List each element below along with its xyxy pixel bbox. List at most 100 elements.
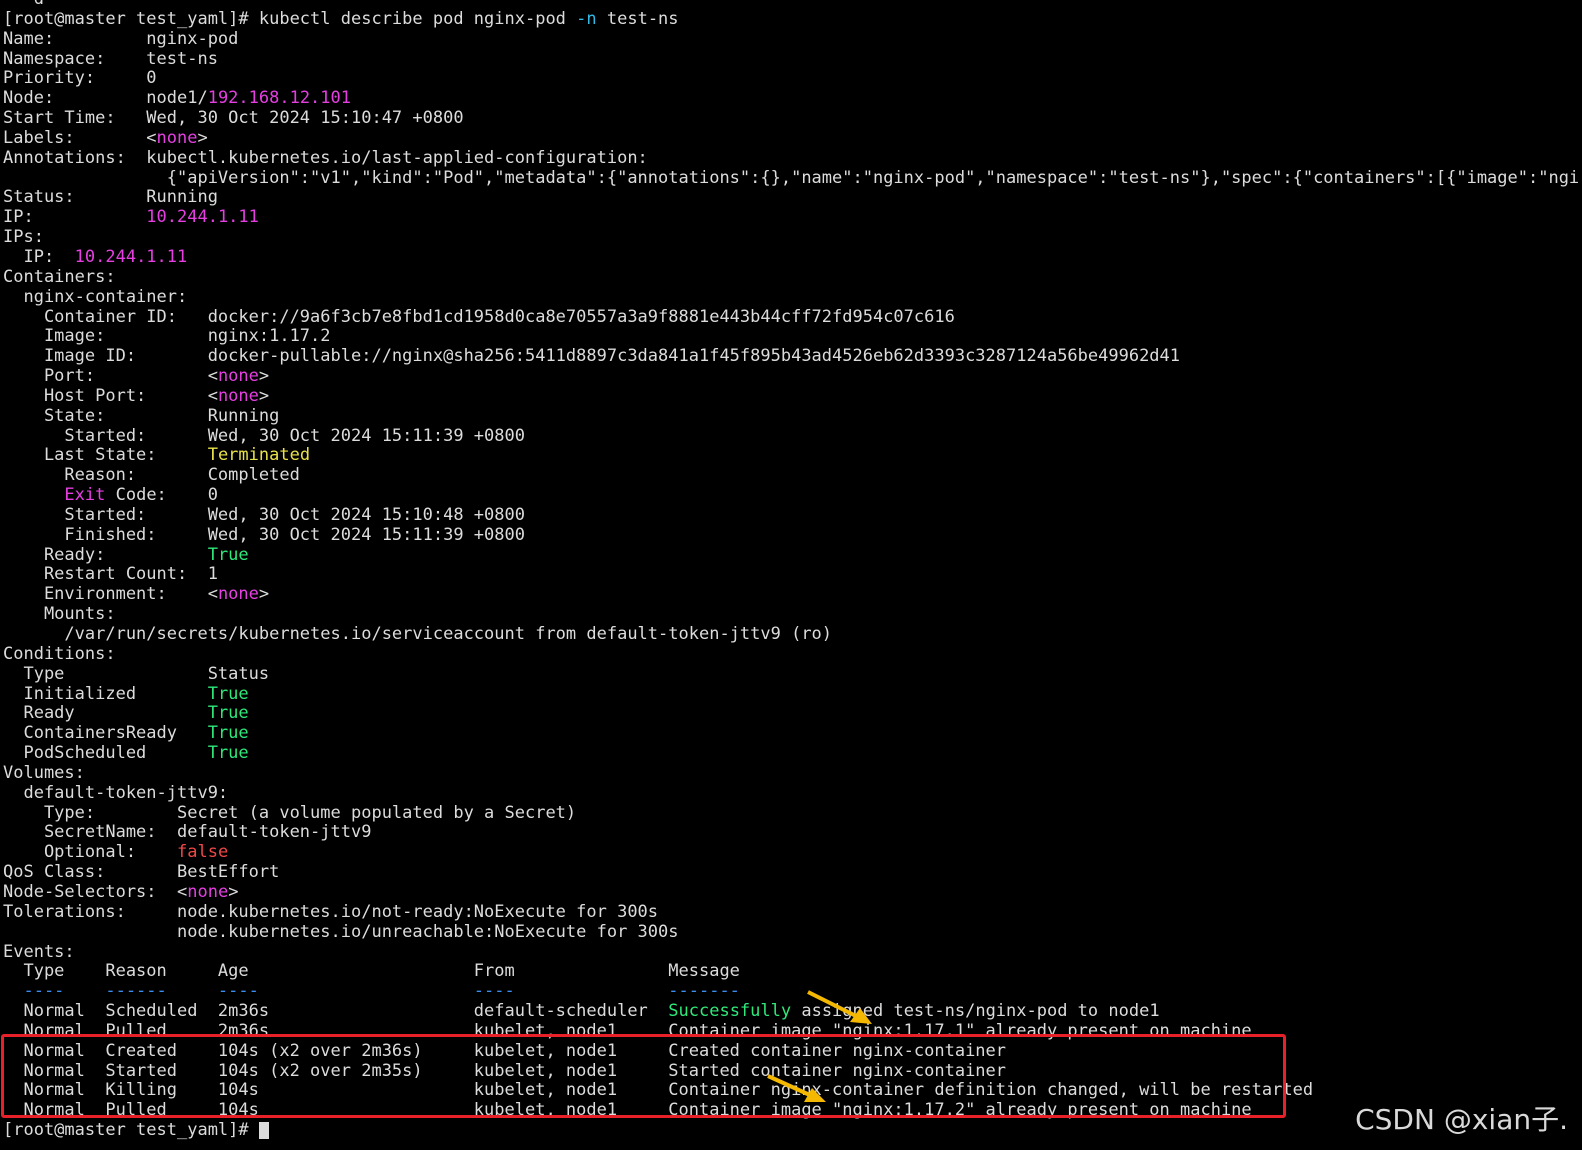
- arrow-annotation-1: [807, 990, 872, 1024]
- terminal-text: -n: [576, 8, 597, 29]
- terminal-line: Events:: [3, 942, 1582, 963]
- terminal-text: none: [187, 881, 229, 902]
- terminal-line: Tolerations: node.kubernetes.io/not-read…: [3, 901, 1582, 923]
- terminal-line: Port: <none>: [3, 366, 1582, 387]
- terminal-line: node.kubernetes.io/unreachable:NoExecute…: [3, 921, 1582, 943]
- terminal-text: test-ns: [596, 8, 679, 29]
- terminal-line: Container ID: docker://9a6f3cb7e8fbd1cd1…: [3, 306, 1582, 328]
- terminal-text: Node-Selectors: <: [3, 881, 188, 902]
- terminal-line: /var/run/secrets/kubernetes.io/serviceac…: [3, 624, 1582, 645]
- terminal-text: Host Port: <: [3, 385, 218, 406]
- terminal-line: IP: 10.244.1.11: [3, 246, 1582, 268]
- terminal-line: Conditions:: [3, 643, 1582, 665]
- terminal-line: QoS Class: BestEffort: [3, 862, 1582, 883]
- terminal-line: Priority: 0: [3, 68, 1582, 89]
- terminal-line: State: Running: [3, 405, 1582, 427]
- terminal-line: Exit Code: 0: [3, 485, 1582, 506]
- terminal-text: Ready:: [3, 544, 208, 565]
- terminal-line: Image: nginx:1.17.2: [3, 326, 1582, 347]
- terminal-line: Started: Wed, 30 Oct 2024 15:11:39 +0800: [3, 426, 1582, 447]
- terminal-line: Mounts:: [3, 604, 1582, 625]
- terminal-text: none: [217, 385, 259, 406]
- terminal-line: Volumes:: [3, 762, 1582, 784]
- terminal-line: IPs:: [3, 227, 1582, 248]
- terminal-text: >: [258, 366, 270, 387]
- terminal-text: [root@master test_yaml]#: [3, 1120, 259, 1141]
- terminal-text: >: [258, 385, 270, 406]
- terminal-text: Type: Secret (a volume populated by a Se…: [3, 802, 577, 823]
- terminal-text: node.kubernetes.io/unreachable:NoExecute…: [3, 921, 679, 942]
- terminal-text: Initialized: [3, 683, 208, 704]
- terminal-text: Volumes:: [3, 762, 85, 783]
- terminal-text: Image ID: docker-pullable://nginx@sha256…: [3, 346, 1181, 367]
- terminal-text: Container ID: docker://9a6f3cb7e8fbd1cd1…: [3, 306, 955, 327]
- terminal-line: Ready True: [3, 703, 1582, 724]
- terminal-text: Started: Wed, 30 Oct 2024 15:10:48 +0800: [3, 504, 525, 525]
- terminal-text: Conditions:: [3, 643, 116, 664]
- terminal-line: ---- ------ ---- ---- -------: [3, 981, 1582, 1002]
- terminal-text: True: [207, 544, 249, 565]
- terminal-line: Ready: True: [3, 544, 1582, 566]
- terminal-text: IP:: [3, 207, 147, 228]
- terminal-line: Normal Scheduled 2m36s default-scheduler…: [3, 1001, 1582, 1022]
- terminal-text: Restart Count: 1: [3, 564, 218, 585]
- terminal-text: >: [258, 584, 270, 605]
- terminal-text: default-token-jttv9:: [3, 782, 229, 803]
- terminal-line: Finished: Wed, 30 Oct 2024 15:11:39 +080…: [3, 525, 1582, 546]
- terminal-line: Optional: false: [3, 842, 1582, 863]
- terminal-line: Annotations: kubectl.kubernetes.io/last-…: [3, 148, 1582, 169]
- terminal-text: True: [207, 703, 249, 724]
- terminal-text: >: [197, 127, 208, 148]
- terminal-line: nginx-container:: [3, 286, 1582, 308]
- terminal-text: /var/run/secrets/kubernetes.io/serviceac…: [3, 624, 833, 644]
- terminal-text: Terminated: [207, 445, 311, 466]
- terminal-line: Image ID: docker-pullable://nginx@sha256…: [3, 346, 1582, 367]
- terminal-text: Environment: <: [3, 584, 218, 605]
- terminal-text: State: Running: [3, 405, 280, 426]
- terminal-text: Tolerations: node.kubernetes.io/not-read…: [3, 901, 659, 922]
- terminal-output[interactable]: -d - [root@master test_yaml]# kubectl de…: [3, 0, 1582, 1141]
- terminal-text: false: [177, 842, 229, 863]
- terminal-line: Environment: <none>: [3, 584, 1582, 605]
- terminal-text: [root@master test_yaml]# kubectl describ…: [3, 8, 577, 29]
- terminal-line: Restart Count: 1: [3, 565, 1582, 585]
- terminal-line: Type: Secret (a volume populated by a Se…: [3, 802, 1582, 824]
- terminal-cursor[interactable]: [258, 1121, 269, 1139]
- terminal-text: {"apiVersion":"v1","kind":"Pod","metadat…: [3, 167, 1582, 188]
- terminal-text: Ready: [3, 703, 208, 724]
- terminal-text: Namespace: test-ns: [3, 48, 218, 69]
- terminal-text: True: [207, 683, 249, 704]
- terminal-text: Mounts:: [3, 604, 116, 625]
- terminal-line: Type Status: [3, 663, 1582, 685]
- terminal-text: IP:: [3, 246, 75, 267]
- terminal-line: Status: Running: [3, 188, 1582, 208]
- watermark: CSDN @xian子.: [1355, 1103, 1568, 1136]
- terminal-text: Optional:: [3, 842, 177, 863]
- terminal-line: Start Time: Wed, 30 Oct 2024 15:10:47 +0…: [3, 108, 1582, 129]
- terminal-line: Node-Selectors: <none>: [3, 881, 1582, 903]
- terminal-text: Normal Scheduled 2m36s default-scheduler: [3, 1001, 669, 1022]
- terminal-line: Host Port: <none>: [3, 385, 1582, 407]
- terminal-text: Last State:: [3, 445, 208, 466]
- terminal-text: nginx-container:: [3, 286, 188, 307]
- terminal-line: default-token-jttv9:: [3, 782, 1582, 804]
- terminal-text: -d -: [3, 0, 709, 9]
- terminal-line: PodScheduled True: [3, 743, 1582, 764]
- terminal-text: ContainersReady: [3, 723, 208, 744]
- arrow-annotation-2: [767, 1074, 826, 1102]
- highlight-box: [1, 1034, 1286, 1118]
- terminal-text: PodScheduled: [3, 743, 208, 764]
- terminal-text: Type Status: [3, 663, 270, 684]
- terminal-text: True: [207, 743, 249, 764]
- terminal-line: Started: Wed, 30 Oct 2024 15:10:48 +0800: [3, 504, 1582, 526]
- terminal-text: 10.244.1.11: [146, 207, 259, 228]
- terminal-text: 10.244.1.11: [74, 246, 188, 267]
- terminal-line: Node: node1/192.168.12.101: [3, 88, 1582, 109]
- terminal-line: [root@master test_yaml]# kubectl describ…: [3, 8, 1582, 30]
- terminal-text: Type Reason Age From Message: [3, 961, 740, 982]
- terminal-text: SecretName: default-token-jttv9: [3, 822, 372, 843]
- terminal-line: Last State: Terminated: [3, 445, 1582, 466]
- terminal-text: QoS Class: BestEffort: [3, 862, 280, 883]
- terminal-text: Node: node1/: [3, 88, 208, 109]
